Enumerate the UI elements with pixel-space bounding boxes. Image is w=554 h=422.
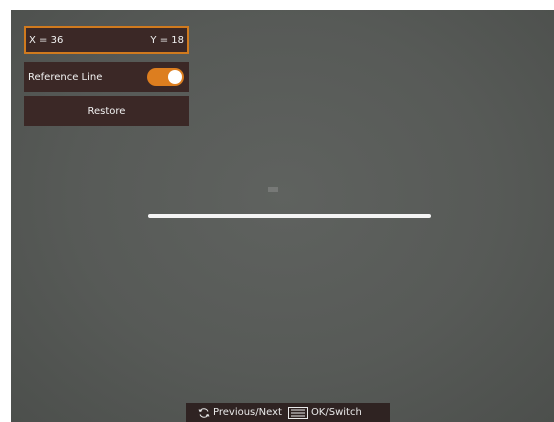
toggle-knob [168,70,182,84]
y-coordinate: Y = 18 [150,34,184,46]
rotate-icon [198,407,210,418]
reference-line[interactable] [148,214,431,218]
thermal-view: X = 36 Y = 18 Reference Line Restore Pre… [11,10,554,422]
reference-line-toggle[interactable] [147,68,184,86]
x-coordinate: X = 36 [29,34,64,46]
hint-ok-switch: OK/Switch [310,407,362,418]
hint-previous-next: Previous/Next [213,407,282,418]
reference-line-row[interactable]: Reference Line [24,62,189,92]
coordinate-panel[interactable]: X = 36 Y = 18 [24,26,189,54]
menu-icon [287,406,308,419]
reference-line-label: Reference Line [28,71,103,83]
restore-button[interactable]: Restore [24,96,189,126]
hint-bar: Previous/Next OK/Switch [186,403,390,422]
restore-label: Restore [87,105,126,117]
center-marker [268,187,278,192]
